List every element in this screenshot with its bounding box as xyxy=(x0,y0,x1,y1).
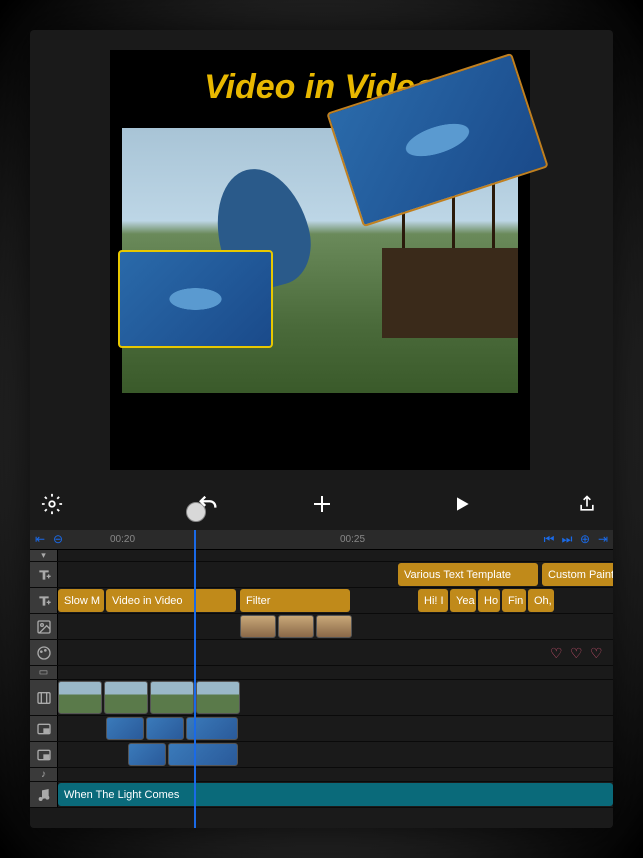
video-clip[interactable] xyxy=(196,681,240,714)
track-marker: ▾ xyxy=(30,550,613,562)
text-clip[interactable]: Custom Paint xyxy=(542,563,613,586)
pip-icon xyxy=(36,721,52,737)
track-body[interactable] xyxy=(58,716,613,741)
track-icon-text[interactable] xyxy=(30,562,58,587)
track-body[interactable]: Slow M Video in Video Filter Hi! I Yea H… xyxy=(58,588,613,613)
gear-icon xyxy=(41,493,63,515)
pip-icon xyxy=(36,747,52,763)
zoom-controls-left: ⇤ ⊖ xyxy=(32,531,66,547)
track-empty-1: ▭ xyxy=(30,666,613,680)
track-sticker-1 xyxy=(30,614,613,640)
track-body[interactable] xyxy=(58,680,613,715)
track-body[interactable] xyxy=(58,742,613,767)
heart-icon xyxy=(570,645,586,661)
play-icon xyxy=(452,494,472,514)
track-icon-music[interactable] xyxy=(30,782,58,807)
share-button[interactable] xyxy=(565,482,609,526)
track-icon-text[interactable] xyxy=(30,588,58,613)
video-clip[interactable] xyxy=(150,681,194,714)
track-icon-video[interactable]: ▭ xyxy=(30,666,58,679)
undo-button[interactable] xyxy=(186,482,230,526)
nav-start-button[interactable]: ⇤ xyxy=(32,531,48,547)
ruler-mark: 00:20 xyxy=(110,534,135,545)
track-pip-2 xyxy=(30,742,613,768)
add-button[interactable] xyxy=(300,482,344,526)
text-clip[interactable]: Filter xyxy=(240,589,350,612)
text-clip[interactable]: Yea xyxy=(450,589,476,612)
text-icon xyxy=(36,593,52,609)
text-icon xyxy=(36,567,52,583)
track-sticker-2 xyxy=(30,640,613,666)
text-clip[interactable]: Slow M xyxy=(58,589,104,612)
timeline-ruler[interactable]: ⇤ ⊖ 00:20 00:25 ⏮ ⏭ ⊕ ⇥ xyxy=(30,530,613,550)
pip-clip[interactable] xyxy=(128,743,166,766)
track-icon-pip[interactable] xyxy=(30,742,58,767)
zoom-controls-right: ⏮ ⏭ ⊕ ⇥ xyxy=(541,531,611,547)
track-text-2: Slow M Video in Video Filter Hi! I Yea H… xyxy=(30,588,613,614)
plus-icon xyxy=(310,492,334,516)
track-body[interactable]: Various Text Template Custom Paint xyxy=(58,562,613,587)
ship-hull xyxy=(382,248,518,338)
nav-end-button[interactable]: ⇥ xyxy=(595,531,611,547)
nav-prev-button[interactable]: ⏮ xyxy=(541,531,557,547)
image-clip[interactable] xyxy=(316,615,352,638)
heart-icon xyxy=(550,645,566,661)
film-icon xyxy=(36,690,52,706)
track-icon-draw[interactable] xyxy=(30,640,58,665)
audio-clip[interactable]: When The Light Comes xyxy=(58,783,613,806)
text-clip[interactable]: Ho xyxy=(478,589,500,612)
track-icon-image[interactable] xyxy=(30,614,58,639)
app-frame: Video in Video ⇤ ⊖ xyxy=(30,30,613,828)
video-clip[interactable] xyxy=(104,681,148,714)
play-button[interactable] xyxy=(440,482,484,526)
text-clip[interactable]: Video in Video xyxy=(106,589,236,612)
track-empty-2: ♪ xyxy=(30,768,613,782)
track-icon-audio[interactable]: ♪ xyxy=(30,768,58,781)
palette-icon xyxy=(36,645,52,661)
pip-clip[interactable] xyxy=(146,717,184,740)
track-text-1: Various Text Template Custom Paint xyxy=(30,562,613,588)
track-icon-pip[interactable] xyxy=(30,716,58,741)
track-icon-video[interactable] xyxy=(30,680,58,715)
main-toolbar xyxy=(30,482,613,526)
pip-overlay-2[interactable] xyxy=(118,250,273,348)
settings-button[interactable] xyxy=(30,482,74,526)
track-icon-marker[interactable]: ▾ xyxy=(30,550,58,561)
sticker-clip[interactable] xyxy=(548,641,613,664)
heart-icon xyxy=(590,645,606,661)
ruler-mark: 00:25 xyxy=(340,534,365,545)
image-clip[interactable] xyxy=(278,615,314,638)
track-body[interactable]: When The Light Comes xyxy=(58,782,613,807)
preview-canvas: Video in Video xyxy=(110,50,530,470)
pip-clip[interactable] xyxy=(168,743,238,766)
track-body[interactable] xyxy=(58,640,613,665)
zoom-out-button[interactable]: ⊖ xyxy=(50,531,66,547)
track-pip-1 xyxy=(30,716,613,742)
text-clip[interactable]: Oh, xyxy=(528,589,554,612)
image-icon xyxy=(36,619,52,635)
track-body[interactable] xyxy=(58,614,613,639)
nav-next-button[interactable]: ⏭ xyxy=(559,531,575,547)
text-clip[interactable]: Hi! I xyxy=(418,589,448,612)
video-clip[interactable] xyxy=(58,681,102,714)
music-icon xyxy=(36,787,52,803)
undo-icon xyxy=(197,493,219,515)
pip-clip[interactable] xyxy=(186,717,238,740)
zoom-in-button[interactable]: ⊕ xyxy=(577,531,593,547)
text-clip[interactable]: Various Text Template xyxy=(398,563,538,586)
track-video-main xyxy=(30,680,613,716)
pip-clip[interactable] xyxy=(106,717,144,740)
timeline: ⇤ ⊖ 00:20 00:25 ⏮ ⏭ ⊕ ⇥ ▾ Various Text T… xyxy=(30,530,613,828)
share-icon xyxy=(577,494,597,514)
track-audio: When The Light Comes xyxy=(30,782,613,808)
text-clip[interactable]: Fin xyxy=(502,589,526,612)
image-clip[interactable] xyxy=(240,615,276,638)
